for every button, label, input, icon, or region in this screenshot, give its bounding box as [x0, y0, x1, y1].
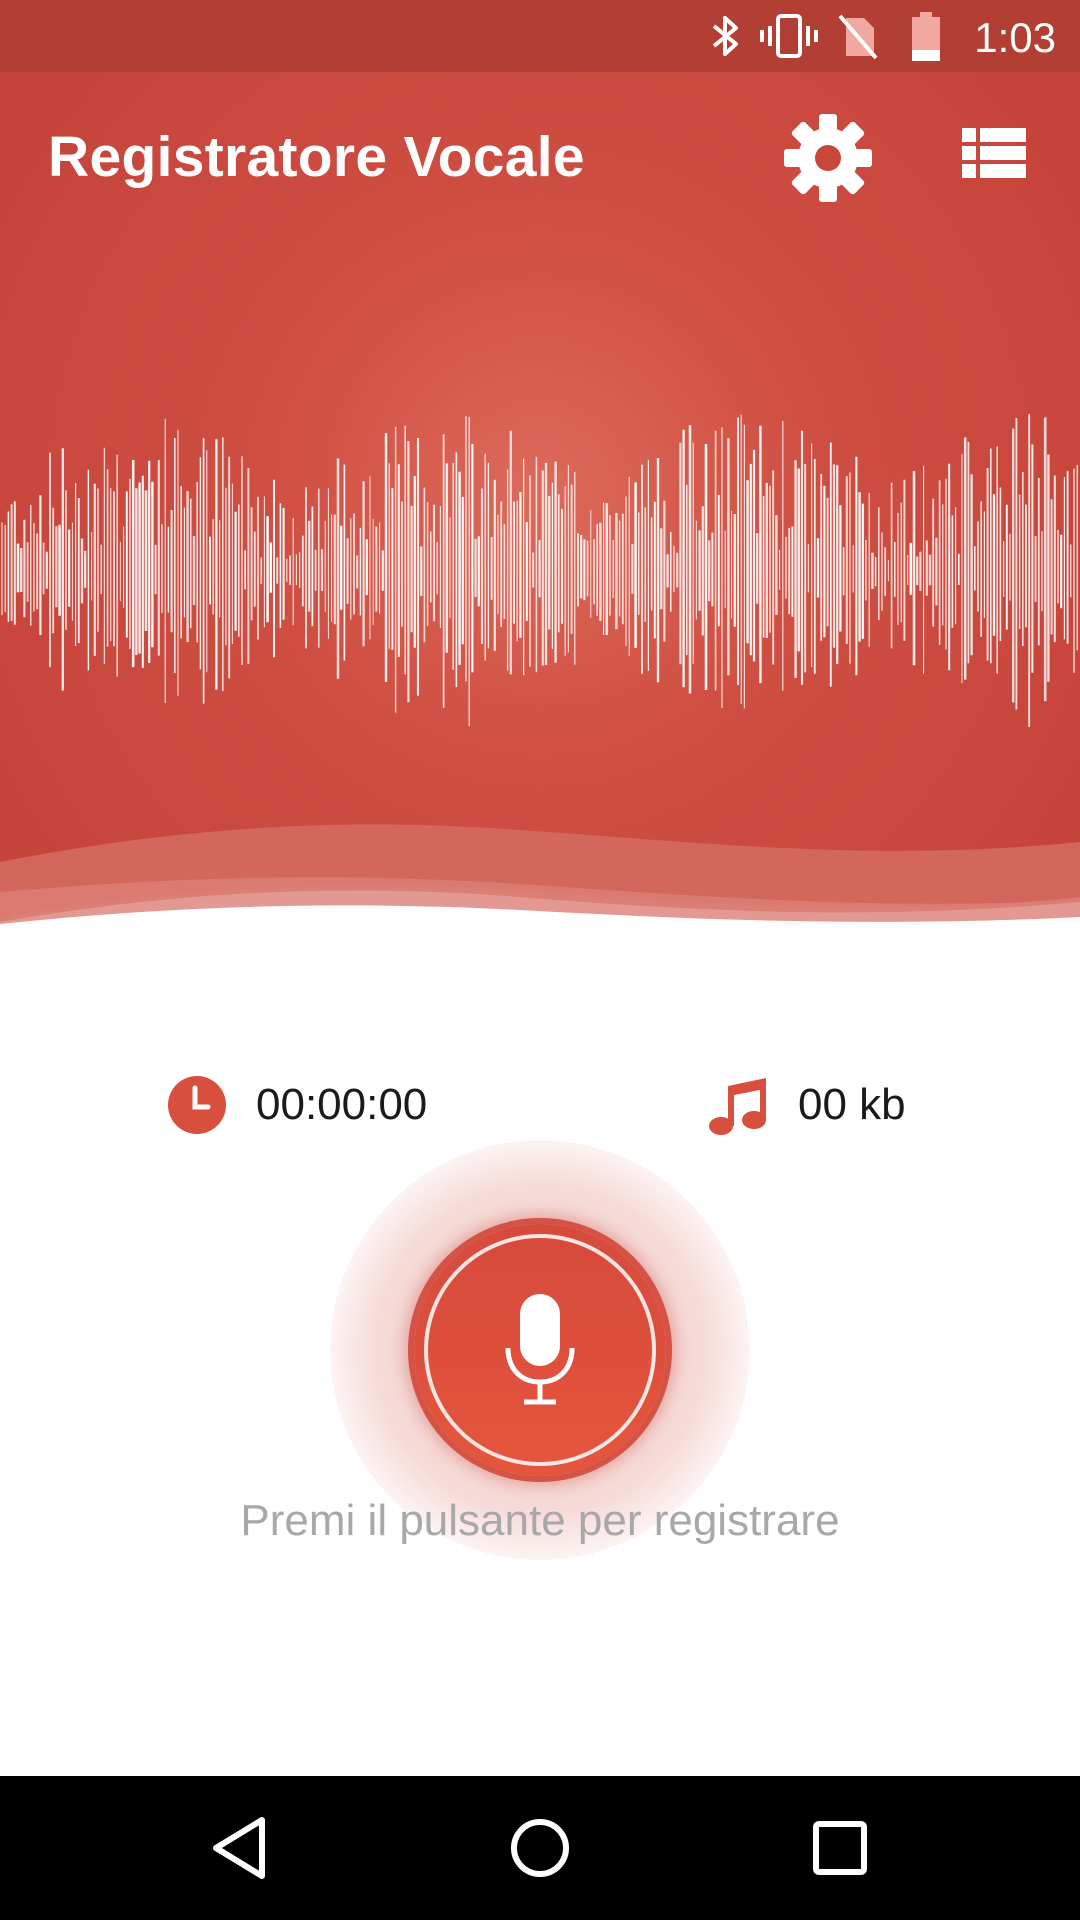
record-button[interactable] — [414, 1224, 666, 1476]
header: Registratore Vocale — [0, 72, 1080, 932]
list-icon — [962, 128, 1026, 178]
clock-icon — [168, 1076, 226, 1134]
status-time: 1:03 — [974, 14, 1056, 61]
duration-display: 00:00:00 — [166, 1072, 427, 1138]
recordings-list-button[interactable] — [952, 118, 1036, 202]
gear-icon — [784, 114, 872, 202]
microphone-icon — [505, 1294, 575, 1405]
no-sim-icon — [838, 14, 878, 60]
record-hint: Premi il pulsante per registrare — [240, 1496, 840, 1545]
bluetooth-icon — [712, 16, 738, 56]
size-value: 00 kb — [798, 1080, 906, 1129]
navigation-bar — [0, 1776, 1080, 1920]
settings-button[interactable] — [782, 112, 874, 204]
music-note-icon — [709, 1078, 766, 1135]
app-title: Registratore Vocale — [48, 125, 585, 189]
battery-icon — [912, 12, 940, 61]
recents-icon[interactable] — [804, 1812, 876, 1884]
home-icon[interactable] — [504, 1812, 576, 1884]
status-bar: 1:03 — [0, 0, 1080, 72]
vibrate-icon — [760, 14, 818, 58]
duration-value: 00:00:00 — [256, 1080, 428, 1129]
back-icon[interactable] — [204, 1812, 276, 1884]
waveform-graphic — [1, 414, 1078, 727]
size-display: 00 kb — [708, 1072, 906, 1138]
